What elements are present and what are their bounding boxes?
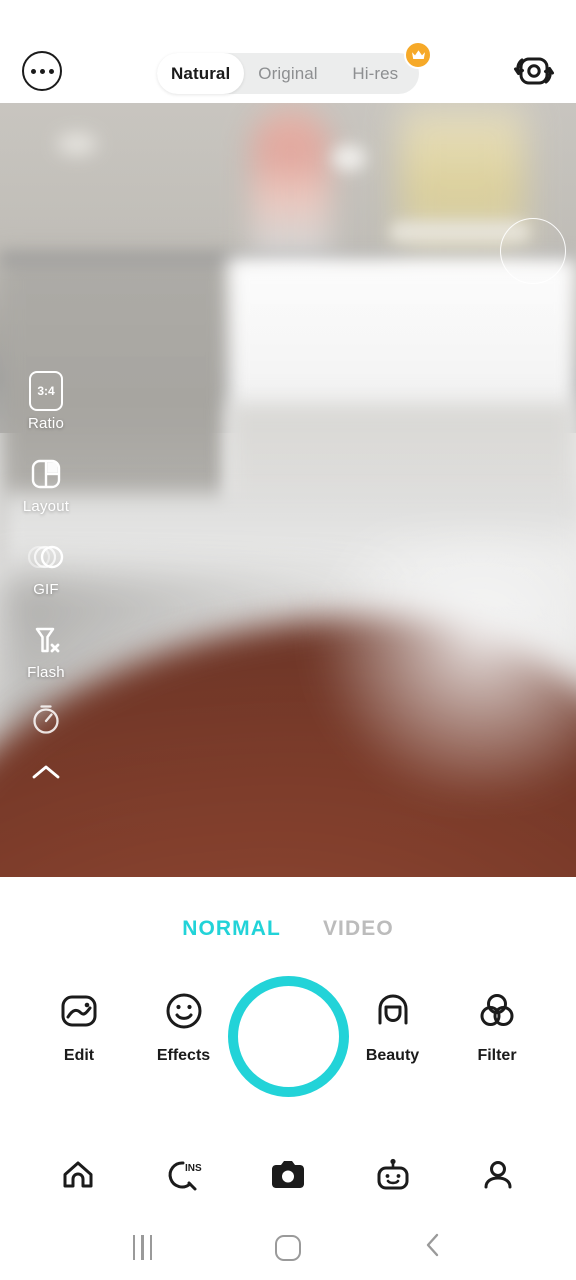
timer-icon bbox=[27, 699, 65, 739]
system-navigation-bar bbox=[0, 1215, 576, 1280]
action-edit[interactable]: Edit bbox=[38, 985, 120, 1065]
tab-video[interactable]: VIDEO bbox=[323, 917, 394, 941]
flash-off-icon bbox=[26, 620, 66, 660]
svg-text:INS: INS bbox=[185, 1163, 202, 1174]
action-label-filter: Filter bbox=[477, 1047, 517, 1064]
smiley-face-icon bbox=[161, 985, 207, 1037]
nav-ai[interactable] bbox=[362, 1146, 424, 1208]
rail-label-layout: Layout bbox=[22, 498, 70, 515]
bar bbox=[149, 1235, 153, 1260]
capture-mode-tabs: NORMAL VIDEO bbox=[0, 917, 576, 941]
chevron-up-icon bbox=[29, 753, 63, 793]
rail-item-ratio[interactable]: 3:4 Ratio bbox=[0, 371, 92, 432]
rail-item-timer[interactable] bbox=[0, 699, 92, 739]
quality-mode-natural[interactable]: Natural bbox=[157, 53, 245, 94]
back-chevron-icon bbox=[420, 1230, 446, 1265]
action-beauty[interactable]: Beauty bbox=[352, 985, 434, 1065]
image-edit-icon bbox=[56, 985, 102, 1037]
camera-control-rail: 3:4 Ratio Layout GIF Flash bbox=[0, 206, 92, 793]
rail-label-gif: GIF bbox=[33, 581, 59, 598]
beauty-face-icon bbox=[370, 985, 416, 1037]
nav-profile[interactable] bbox=[467, 1146, 529, 1208]
dot bbox=[39, 68, 45, 74]
rail-item-expand-more[interactable] bbox=[0, 753, 92, 793]
rail-label-flash: Flash bbox=[27, 664, 65, 681]
action-effects[interactable]: Effects bbox=[143, 985, 225, 1065]
quality-mode-original[interactable]: Original bbox=[244, 53, 331, 94]
more-options-icon[interactable] bbox=[22, 51, 62, 91]
ins-search-icon: INS bbox=[161, 1155, 205, 1200]
camera-icon bbox=[266, 1155, 310, 1200]
gif-icon bbox=[25, 537, 67, 577]
tab-normal[interactable]: NORMAL bbox=[182, 917, 281, 941]
top-bar: Natural Original Hi-res bbox=[0, 0, 576, 103]
rail-item-layout[interactable]: Layout bbox=[0, 454, 92, 515]
aspect-ratio-icon: 3:4 bbox=[29, 371, 63, 411]
app-bottom-nav: INS bbox=[0, 1137, 576, 1217]
rail-label-ratio: Ratio bbox=[27, 415, 65, 432]
dot bbox=[30, 68, 36, 74]
back-button[interactable] bbox=[403, 1226, 463, 1270]
nav-camera[interactable] bbox=[257, 1146, 319, 1208]
nav-inspire[interactable]: INS bbox=[152, 1146, 214, 1208]
home-icon bbox=[58, 1155, 98, 1200]
switch-camera-icon[interactable] bbox=[512, 50, 556, 92]
bar bbox=[141, 1235, 144, 1260]
home-button[interactable] bbox=[258, 1226, 318, 1270]
action-label-beauty: Beauty bbox=[365, 1047, 420, 1064]
person-icon bbox=[478, 1155, 518, 1200]
quality-mode-selector[interactable]: Natural Original Hi-res bbox=[157, 53, 419, 94]
rail-item-gif[interactable]: GIF bbox=[0, 537, 92, 598]
nav-home[interactable] bbox=[47, 1146, 109, 1208]
action-filter[interactable]: Filter bbox=[456, 985, 538, 1065]
aspect-ratio-value: 3:4 bbox=[29, 371, 63, 411]
rail-item-flash[interactable]: Flash bbox=[0, 620, 92, 681]
robot-icon bbox=[371, 1155, 415, 1200]
camera-viewfinder[interactable]: 3:4 Ratio Layout GIF Flash bbox=[0, 103, 576, 877]
recents-button[interactable] bbox=[113, 1226, 173, 1270]
shutter-button[interactable] bbox=[228, 976, 349, 1097]
home-square-icon bbox=[274, 1234, 301, 1261]
camera-app-screen: Natural Original Hi-res 3:4 Ratio Layout… bbox=[0, 0, 576, 1280]
action-label-effects: Effects bbox=[156, 1047, 211, 1064]
recents-icon bbox=[133, 1235, 153, 1260]
filter-circles-icon bbox=[474, 985, 520, 1037]
bar bbox=[133, 1235, 136, 1260]
layout-icon bbox=[28, 454, 64, 494]
crown-icon bbox=[404, 41, 432, 69]
focus-ring bbox=[500, 218, 566, 284]
action-label-edit: Edit bbox=[63, 1047, 95, 1064]
dot bbox=[48, 68, 54, 74]
